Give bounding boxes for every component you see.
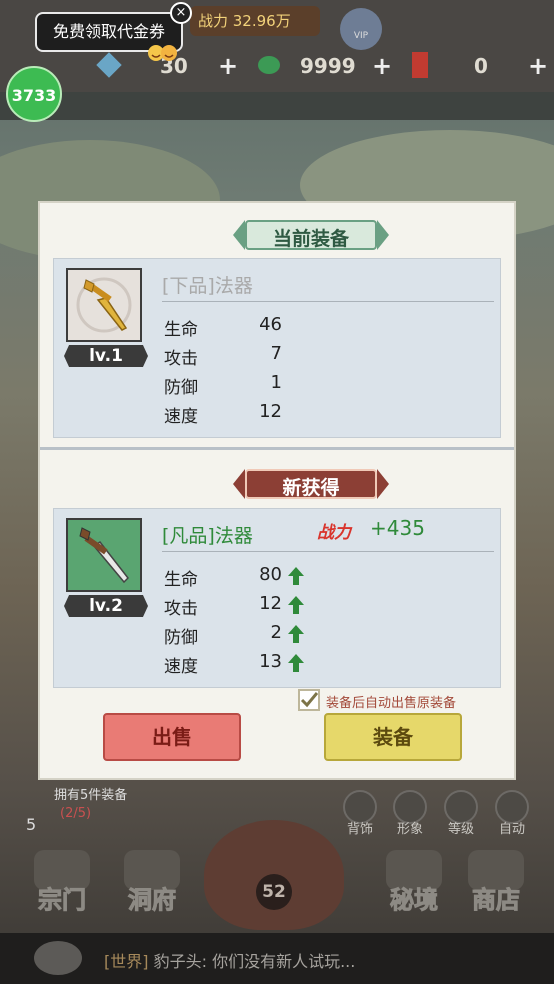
arrow-up-icon [288, 625, 304, 643]
stat-label-defense: 防御 [164, 628, 198, 648]
new-item-name: [凡品]法器 [162, 525, 253, 547]
stat-label-hp: 生命 [164, 570, 198, 590]
new-item-icon[interactable] [66, 518, 142, 592]
nav-shop[interactable]: 商店 [456, 880, 536, 915]
auto-sell-label: 装备后自动出售原装备 [326, 696, 457, 711]
iron-sword-icon [79, 527, 129, 584]
coin-badge-count: 3733 [11, 86, 57, 105]
stat-value-hp: 46 [259, 314, 282, 335]
stat-value-speed: 13 [259, 651, 282, 672]
stat-label-hp: 生命 [164, 320, 198, 340]
stat-label-speed: 速度 [164, 657, 198, 677]
nav-secret-realm[interactable]: 秘境 [374, 880, 454, 915]
coin-badge[interactable]: 3733 [6, 66, 62, 122]
chat-bubble-icon[interactable] [34, 941, 82, 975]
nav-sect[interactable]: 宗门 [22, 880, 102, 915]
level-label: 等级 [447, 822, 474, 837]
stat-value-attack: 7 [270, 343, 282, 364]
current-item-name: [下品]法器 [162, 275, 253, 297]
sell-button[interactable]: 出售 [103, 713, 241, 761]
power-delta: +435 [370, 516, 425, 540]
arrow-up-icon [288, 654, 304, 672]
resource-jade-value: 9999 [300, 54, 356, 78]
equip-button[interactable]: 装备 [324, 713, 462, 761]
stat-value-attack: 12 [259, 593, 282, 614]
chat-channel: [世界] [104, 952, 149, 971]
new-item-level: lv.2 [64, 595, 148, 617]
add-voucher-button[interactable]: + [528, 52, 548, 80]
stat-value-hp: 80 [259, 564, 282, 585]
gear-count-label: 拥有5件装备 [54, 788, 128, 803]
arrow-up-icon [288, 567, 304, 585]
power-label: 战力 [317, 523, 351, 543]
chat-content: 豹子头: 你们没有新人试玩... [153, 952, 356, 971]
appearance-label: 形象 [396, 822, 423, 837]
chat-message: [世界] 豹子头: 你们没有新人试玩... [104, 948, 355, 972]
current-equipment-banner: 当前装备 [233, 220, 389, 250]
stat-value-speed: 12 [259, 401, 282, 422]
stat-value-defense: 1 [270, 372, 282, 393]
vip-badge[interactable]: VIP [340, 8, 382, 50]
current-equipment-title: 当前装备 [272, 228, 349, 250]
new-item-title: 新获得 [282, 477, 340, 499]
resource-row: 30 + 9999 + 0 + [0, 48, 554, 84]
golden-sword-icon [76, 277, 132, 333]
bag-count: 52 [256, 874, 292, 910]
stat-value-defense: 2 [270, 622, 282, 643]
gear-level-number: 5 [26, 815, 37, 834]
divider-line [162, 551, 494, 552]
voucher-icon [412, 52, 428, 78]
stat-label-attack: 攻击 [164, 349, 198, 369]
divider-line [162, 301, 494, 302]
gear-progress-label: (2/5) [60, 806, 92, 821]
add-jade-button[interactable]: + [372, 52, 392, 80]
combat-power-display: 战力 32.96万 [190, 6, 320, 36]
current-item-icon[interactable] [66, 268, 142, 342]
nav-cave[interactable]: 洞府 [112, 880, 192, 915]
current-item-level: lv.1 [64, 345, 148, 367]
auto-label: 自动 [498, 822, 525, 837]
stat-label-defense: 防御 [164, 378, 198, 398]
new-item-banner: 新获得 [233, 469, 389, 499]
section-divider [40, 447, 514, 450]
banner-strip [0, 92, 554, 120]
equipment-compare-dialog: 当前装备 lv.1 [下品]法器 生命 46 攻击 7 防御 1 速度 12 新… [40, 203, 514, 778]
close-icon[interactable]: × [170, 2, 192, 24]
add-gem-button[interactable]: + [218, 52, 238, 80]
arrow-up-icon [288, 596, 304, 614]
back-ornament-label: 背饰 [346, 822, 373, 837]
stat-label-attack: 攻击 [164, 599, 198, 619]
new-item-panel: lv.2 [凡品]法器 生命 80 攻击 12 防御 2 速度 13 [53, 508, 501, 688]
current-item-panel: lv.1 [下品]法器 生命 46 攻击 7 防御 1 速度 12 [53, 258, 501, 438]
smile-emoji-icon [148, 45, 177, 61]
gem-icon [96, 52, 122, 78]
stat-label-speed: 速度 [164, 407, 198, 427]
auto-sell-checkbox[interactable] [298, 689, 320, 711]
jade-icon [258, 56, 280, 74]
resource-voucher-value: 0 [474, 54, 488, 78]
checkmark-icon [300, 692, 319, 708]
